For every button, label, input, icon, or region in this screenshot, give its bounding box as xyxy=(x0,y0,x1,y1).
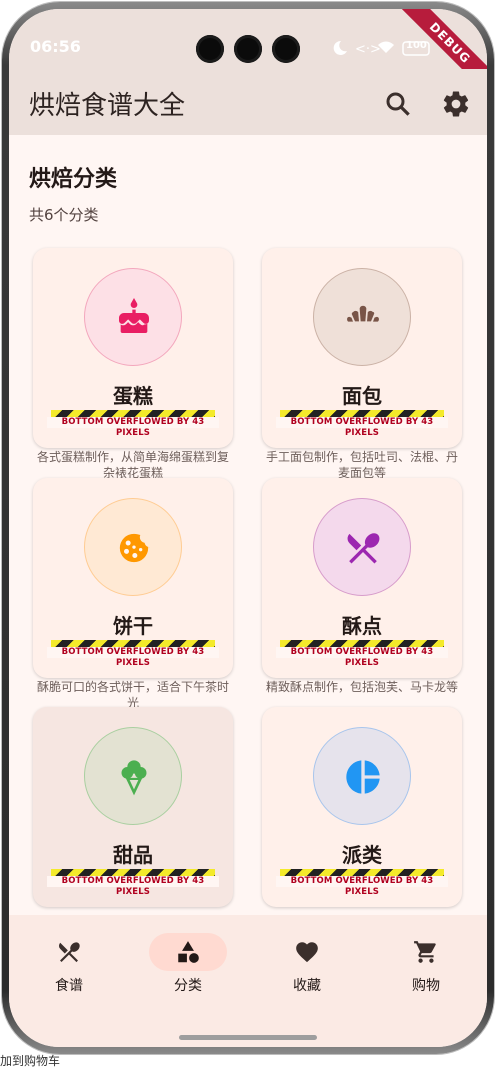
overflow-text: BOTTOM OVERFLOWED BY 43 PIXELS xyxy=(47,876,219,897)
status-bar: 06:56 <·> 100 DEBUG xyxy=(9,9,487,104)
category-icon xyxy=(178,941,199,963)
nav-indicator xyxy=(387,933,465,971)
overflow-warning: BOTTOM OVERFLOWED BY 43 PIXELS xyxy=(47,640,219,668)
bottom-navigation: 食谱 分类 收藏 购物 xyxy=(9,915,487,1047)
overflow-text: BOTTOM OVERFLOWED BY 43 PIXELS xyxy=(276,417,448,438)
camera-icon xyxy=(234,35,262,63)
pie-icon xyxy=(346,760,380,794)
overflow-warning: BOTTOM OVERFLOWED BY 43 PIXELS xyxy=(276,640,448,668)
nav-item-categories[interactable]: 分类 xyxy=(148,933,228,995)
overflow-warning: BOTTOM OVERFLOWED BY 43 PIXELS xyxy=(47,869,219,897)
nav-indicator xyxy=(268,933,346,971)
nav-label: 分类 xyxy=(174,978,202,994)
overflow-warning: BOTTOM OVERFLOWED BY 43 PIXELS xyxy=(276,869,448,897)
category-card-cookie[interactable]: 饼干 BOTTOM OVERFLOWED BY 43 PIXELS xyxy=(33,478,233,678)
heart-icon xyxy=(296,942,318,963)
cake-icon xyxy=(119,298,149,333)
category-card-pastry[interactable]: 酥点 BOTTOM OVERFLOWED BY 43 PIXELS xyxy=(262,478,462,678)
page-title: 烘焙食谱大全 xyxy=(29,91,186,121)
status-time: 06:56 xyxy=(30,37,81,56)
category-name: 面包 xyxy=(342,384,382,408)
moon-icon xyxy=(333,40,347,55)
overflow-warning: BOTTOM OVERFLOWED BY 43 PIXELS xyxy=(47,410,219,438)
phone-screen: 06:56 <·> 100 DEBUG 烘焙食谱大全 烘焙分类 共6个分类 蛋糕… xyxy=(9,9,487,1047)
gear-icon[interactable] xyxy=(441,89,471,119)
category-icon-circle xyxy=(84,727,182,825)
background-text: 加到购物车 xyxy=(0,1054,61,1068)
overflow-warning: BOTTOM OVERFLOWED BY 43 PIXELS xyxy=(276,410,448,438)
category-icon-circle xyxy=(84,268,182,366)
nav-indicator xyxy=(30,933,108,971)
category-name: 饼干 xyxy=(113,614,153,638)
nav-label: 购物 xyxy=(412,978,440,994)
overflow-text: BOTTOM OVERFLOWED BY 43 PIXELS xyxy=(276,876,448,897)
app-bar: 烘焙食谱大全 xyxy=(9,69,487,135)
icecream-icon xyxy=(121,760,147,796)
cart-icon xyxy=(414,941,436,963)
category-card-pie[interactable]: 派类 BOTTOM OVERFLOWED BY 43 PIXELS xyxy=(262,707,462,907)
camera-icon xyxy=(272,35,300,63)
category-count: 共6个分类 xyxy=(29,206,99,224)
category-icon-circle xyxy=(84,498,182,596)
search-icon[interactable] xyxy=(383,89,413,119)
section-title: 烘焙分类 xyxy=(29,167,118,192)
overflow-text: BOTTOM OVERFLOWED BY 43 PIXELS xyxy=(47,647,219,668)
category-icon-circle xyxy=(313,727,411,825)
overflow-text: BOTTOM OVERFLOWED BY 43 PIXELS xyxy=(47,417,219,438)
utensils-icon xyxy=(58,942,80,963)
nav-label: 食谱 xyxy=(55,978,83,994)
category-description: 各式蛋糕制作，从简单海绵蛋糕到复杂裱花蛋糕 xyxy=(36,450,229,480)
nav-item-shopping[interactable]: 购物 xyxy=(386,933,466,995)
nav-indicator xyxy=(149,933,227,971)
category-name: 酥点 xyxy=(342,614,382,638)
svg-text:<·>: <·> xyxy=(355,42,381,57)
utensils-icon xyxy=(347,533,380,564)
device-frame: 06:56 <·> 100 DEBUG 烘焙食谱大全 烘焙分类 共6个分类 蛋糕… xyxy=(0,0,496,1068)
nav-label: 收藏 xyxy=(293,978,321,994)
category-card-cake[interactable]: 蛋糕 BOTTOM OVERFLOWED BY 43 PIXELS xyxy=(33,248,233,448)
category-description: 手工面包制作，包括吐司、法棍、丹麦面包等 xyxy=(265,450,458,480)
nav-item-favorites[interactable]: 收藏 xyxy=(267,933,347,995)
category-name: 甜品 xyxy=(113,843,153,867)
category-name: 蛋糕 xyxy=(113,384,153,408)
home-indicator[interactable] xyxy=(179,1035,317,1040)
cookie-icon xyxy=(119,533,151,563)
camera-icon xyxy=(196,35,224,63)
category-name: 派类 xyxy=(342,843,382,867)
overflow-text: BOTTOM OVERFLOWED BY 43 PIXELS xyxy=(276,647,448,668)
nav-item-recipes[interactable]: 食谱 xyxy=(29,933,109,995)
category-icon-circle xyxy=(313,268,411,366)
croissant-icon xyxy=(347,305,379,322)
data-saver-icon: <·> xyxy=(355,42,381,57)
battery-level: 100 xyxy=(406,40,427,51)
category-card-bread[interactable]: 面包 BOTTOM OVERFLOWED BY 43 PIXELS xyxy=(262,248,462,448)
category-icon-circle xyxy=(313,498,411,596)
category-card-dessert[interactable]: 甜品 BOTTOM OVERFLOWED BY 43 PIXELS xyxy=(33,707,233,907)
